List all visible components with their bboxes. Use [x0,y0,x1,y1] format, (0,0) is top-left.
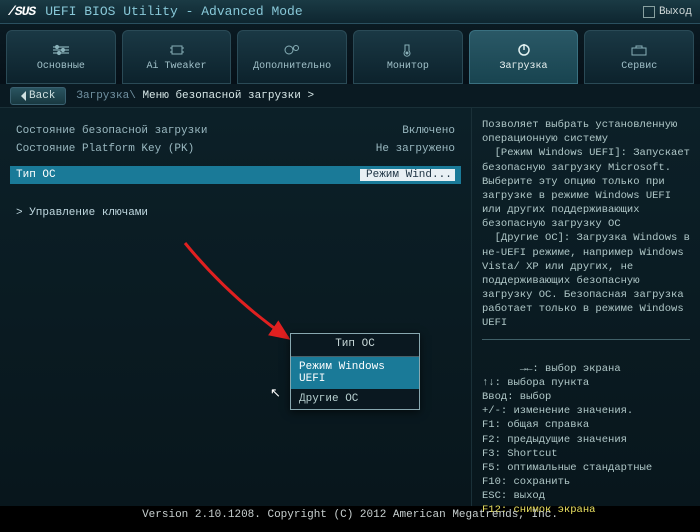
gear-icon [281,43,303,57]
option-other-os[interactable]: Другие ОС [291,389,419,409]
tab-tool[interactable]: Сервис [584,30,694,84]
tab-boot[interactable]: Загрузка [469,30,579,84]
help-description: Позволяет выбрать установленную операцио… [482,118,690,331]
help-panel: Позволяет выбрать установленную операцио… [472,108,700,506]
app-title: UEFI BIOS Utility - Advanced Mode [45,4,302,19]
setting-os-type[interactable]: Тип ОС Режим Wind... [10,166,461,184]
exit-button[interactable]: Выход [643,6,692,18]
title-bar: /SUS UEFI BIOS Utility - Advanced Mode В… [0,0,700,24]
back-button[interactable]: Back [10,87,66,105]
breadcrumb: Загрузка\ Меню безопасной загрузки > [76,90,314,102]
setting-platform-key-state: Состояние Platform Key (PK) Не загружено [10,140,461,158]
submenu-key-management[interactable]: Управление ключами [10,204,461,222]
main-area: Состояние безопасной загрузки Включено С… [0,108,700,506]
power-icon [513,43,535,57]
tab-monitor[interactable]: Монитор [353,30,463,84]
settings-panel: Состояние безопасной загрузки Включено С… [0,108,472,506]
divider [482,339,690,340]
tab-main[interactable]: Основные [6,30,116,84]
asus-logo: /SUS [8,4,35,19]
exit-label: Выход [659,6,692,18]
key-hints: →←: выбор экрана ↑↓: выбора пункта Ввод:… [482,348,690,532]
sliders-icon [50,43,72,57]
setting-secure-boot-state: Состояние безопасной загрузки Включено [10,122,461,140]
mouse-cursor-icon: ↖ [270,386,281,401]
annotation-arrow [180,238,310,348]
tab-ai-tweaker[interactable]: Ai Tweaker [122,30,232,84]
dropdown-title: Тип ОС [291,334,419,357]
thermometer-icon [397,43,419,57]
tab-bar: Основные Ai Tweaker Дополнительно Монито… [0,24,700,84]
exit-icon [643,6,655,18]
chip-icon [166,43,188,57]
option-windows-uefi[interactable]: Режим Windows UEFI [291,357,419,389]
tab-advanced[interactable]: Дополнительно [237,30,347,84]
breadcrumb-bar: Back Загрузка\ Меню безопасной загрузки … [0,84,700,108]
os-type-dropdown: Тип ОС Режим Windows UEFI Другие ОС [290,333,420,410]
toolbox-icon [628,43,650,57]
